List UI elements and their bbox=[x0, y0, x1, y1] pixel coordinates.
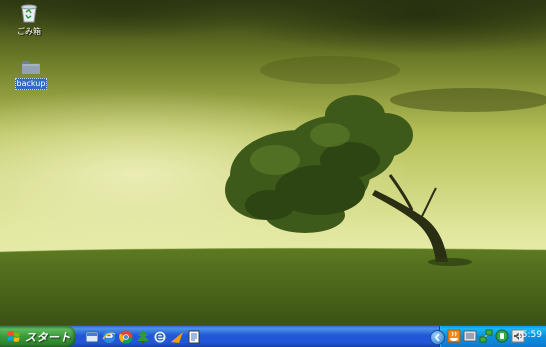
browser-e-icon[interactable] bbox=[152, 329, 168, 345]
internet-explorer-icon[interactable] bbox=[101, 329, 117, 345]
desktop[interactable]: ごみ箱 backup bbox=[0, 0, 546, 325]
show-desktop-icon[interactable] bbox=[84, 329, 100, 345]
show-hidden-icons-arrow[interactable] bbox=[430, 330, 445, 345]
tree-app-icon[interactable] bbox=[135, 329, 151, 345]
network-icon[interactable] bbox=[479, 329, 493, 343]
winamp-icon[interactable] bbox=[169, 329, 185, 345]
recycle-bin-icon bbox=[21, 4, 37, 23]
start-button[interactable]: スタート bbox=[0, 326, 76, 347]
desktop-icon-backup-folder[interactable]: backup bbox=[11, 58, 51, 90]
folder-icon bbox=[22, 61, 40, 74]
java-icon[interactable] bbox=[447, 329, 461, 343]
desktop-icon-recycle-bin[interactable]: ごみ箱 bbox=[9, 2, 49, 37]
safely-remove-icon[interactable] bbox=[495, 329, 509, 343]
windows-logo-icon bbox=[7, 331, 20, 342]
ime-icon[interactable] bbox=[463, 329, 477, 343]
wallpaper-image bbox=[0, 0, 546, 325]
system-tray: 15:59 bbox=[430, 326, 546, 347]
taskbar: スタート 15:59 bbox=[0, 325, 546, 347]
clock[interactable]: 15:59 bbox=[516, 330, 542, 340]
chrome-icon[interactable] bbox=[118, 329, 134, 345]
chevron-left-icon bbox=[434, 333, 440, 342]
desktop-icon-label: ごみ箱 bbox=[17, 27, 41, 36]
start-label: スタート bbox=[25, 331, 71, 344]
desktop-icon-label: backup bbox=[14, 78, 48, 90]
notepad-icon[interactable] bbox=[186, 329, 202, 345]
